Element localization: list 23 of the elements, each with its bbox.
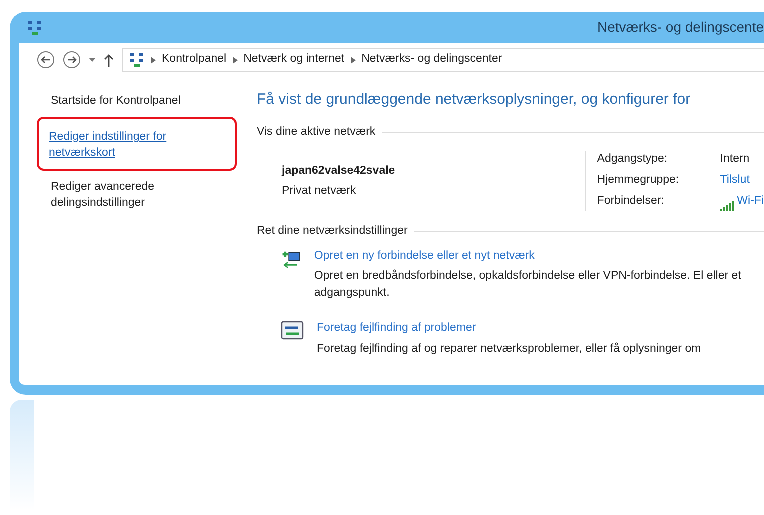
page-heading: Få vist de grundlæggende netværksoplysninger, og konfigurer for — [257, 90, 692, 110]
network-type: Privat netværk — [282, 184, 358, 199]
sidebar-link[interactable]: Rediger indstillinger for netværkskort — [37, 117, 237, 171]
section-header: Ret dine netværksindstillinger — [257, 224, 408, 238]
breadcrumb-item[interactable]: Netværk og internet — [244, 51, 345, 69]
connection-link[interactable]: Wi-Fi — [737, 193, 764, 210]
address-field[interactable]: Kontrolpanel Netværk og internet Netværks- og delingscenter — [122, 48, 764, 72]
detail-link[interactable]: Tilslut — [720, 172, 764, 190]
detail-value: Intern — [720, 152, 751, 167]
breadcrumb-item[interactable]: Netværks- og delingscenter — [362, 51, 502, 69]
breadcrumb-item[interactable]: Kontrolpanel — [162, 51, 227, 69]
detail-label: Adgangstype: — [597, 152, 669, 167]
detail-label: Forbindelser: — [597, 194, 666, 210]
network-name: japan62valse42svale — [282, 164, 396, 179]
sidebar-item[interactable]: Rediger avancerede delingsindstillinger — [39, 177, 239, 213]
sidebar-item[interactable]: Startside for Kontrolpanel — [39, 91, 239, 111]
section-header: Vis dine aktive netværk — [257, 124, 376, 140]
task-description: Opret en bredbåndsforbindelse, opkaldsforbindelse eller VPN-forbindelse. El eller et adgangspunkt. — [314, 268, 742, 302]
task-link[interactable]: Foretag fejlfinding af problemer — [317, 320, 702, 338]
task-link[interactable]: Opret en ny forbindelse eller et nyt netværk — [314, 248, 764, 265]
detail-label: Hjemmegruppe: — [597, 173, 680, 188]
task-description: Foretag fejlfinding af og reparer netværksproblemer, eller få oplysninger om — [317, 342, 702, 356]
window-title: Netværks- og delingscente — [597, 18, 764, 37]
